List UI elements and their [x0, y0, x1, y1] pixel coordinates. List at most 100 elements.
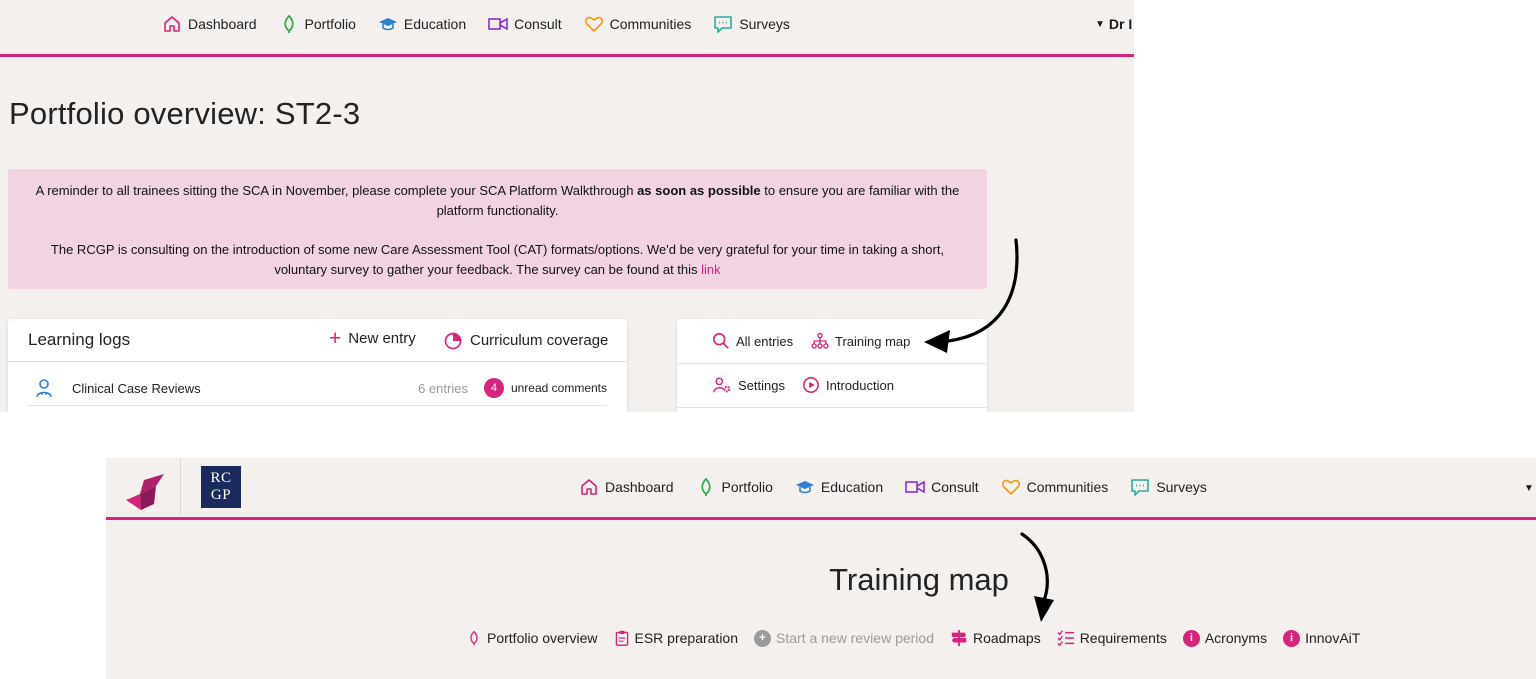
subnav-roadmaps[interactable]: Roadmaps [950, 629, 1041, 647]
home-icon [164, 16, 180, 32]
nav-surveys-label: Surveys [739, 16, 790, 32]
plus-circle-icon: + [754, 629, 772, 647]
info-circle-icon: i [1182, 629, 1200, 647]
subnav-acronyms[interactable]: i Acronyms [1182, 629, 1268, 647]
clipboard-icon [615, 630, 628, 646]
user-menu-caret-icon[interactable]: ▼ [1524, 483, 1534, 494]
subnav-requirements[interactable]: Requirements [1057, 629, 1167, 647]
video-consult-icon [488, 17, 508, 31]
table-row[interactable]: Clinical Case Reviews 6 entries 4 unread… [34, 371, 607, 405]
curriculum-coverage-button[interactable]: Curriculum coverage [443, 330, 608, 350]
subnav-esr-preparation[interactable]: ESR preparation [614, 629, 738, 647]
nav-education-label: Education [820, 479, 884, 495]
nav-surveys-label: Surveys [1156, 479, 1207, 495]
subnav-roadmaps-label: Roadmaps [972, 630, 1041, 646]
subnav-portfolio-overview-label: Portfolio overview [487, 630, 598, 646]
caret-down-icon: ▼ [1095, 18, 1105, 30]
new-entry-label: New entry [348, 330, 416, 347]
nav-surveys[interactable]: Surveys [713, 14, 790, 34]
user-menu[interactable]: ▼ Dr I [1095, 16, 1132, 32]
home-icon [581, 479, 597, 495]
nav-consult[interactable]: Consult [905, 477, 979, 497]
nav-divider [0, 54, 1134, 57]
subnav-start-review-period: + Start a new review period [754, 629, 934, 647]
leaf-icon [283, 14, 294, 33]
row-divider [28, 405, 607, 406]
nav-surveys[interactable]: Surveys [1130, 477, 1207, 497]
graduation-cap-icon [795, 481, 814, 494]
leaf-icon [700, 477, 711, 496]
nav-divider [106, 517, 1536, 520]
chat-bubble-icon [1131, 479, 1150, 496]
introduction-label: Introduction [826, 377, 894, 393]
nav-education[interactable]: Education [378, 14, 466, 34]
nav-education[interactable]: Education [795, 477, 883, 497]
notice-paragraph-2: The RCGP is consulting on the introducti… [24, 240, 971, 280]
sitemap-icon [811, 332, 829, 349]
search-icon [712, 332, 729, 349]
curriculum-coverage-label: Curriculum coverage [470, 331, 609, 349]
page-title: Portfolio overview: ST2-3 [9, 96, 361, 131]
nav-communities[interactable]: Communities [1001, 477, 1109, 497]
nav-communities-label: Communities [1026, 479, 1109, 495]
notice-bold: as soon as possible [637, 183, 761, 198]
learning-logs-title: Learning logs [28, 330, 131, 349]
nav-consult[interactable]: Consult [488, 14, 562, 34]
nav-dashboard[interactable]: Dashboard [579, 477, 674, 497]
chat-bubble-icon [714, 16, 733, 33]
survey-link[interactable]: link [701, 262, 721, 277]
play-circle-icon [803, 377, 819, 393]
notice-survey-text: The RCGP is consulting on the introducti… [50, 242, 945, 277]
clinician-icon [36, 379, 52, 398]
page-title: Training map [829, 562, 1009, 597]
nav-portfolio-label: Portfolio [304, 16, 356, 32]
entry-count: 6 entries [418, 380, 468, 396]
log-name: Clinical Case Reviews [72, 380, 201, 396]
signpost-icon [951, 629, 967, 647]
new-entry-button[interactable]: + New entry [329, 326, 416, 350]
settings-link[interactable]: Settings [712, 376, 785, 394]
training-map-subnav: Portfolio overview ESR preparation + Sta… [466, 629, 1360, 647]
training-map-screen: RC GP Dashboard Portfolio Education Consu… [106, 458, 1536, 679]
subnav-requirements-label: Requirements [1079, 630, 1167, 646]
app-logo-icon [126, 474, 164, 510]
nav-consult-label: Consult [931, 479, 979, 495]
introduction-link[interactable]: Introduction [802, 376, 894, 394]
leaf-outline-icon [470, 630, 478, 646]
portfolio-overview-screen: Dashboard Portfolio Education Consult Co… [0, 0, 1134, 412]
training-map-label: Training map [835, 333, 911, 349]
user-settings-icon [713, 377, 731, 393]
main-nav: Dashboard Portfolio Education Consult Co… [579, 477, 1207, 497]
all-entries-link[interactable]: All entries [712, 332, 793, 350]
nav-portfolio-label: Portfolio [721, 479, 773, 495]
subnav-acronyms-label: Acronyms [1204, 630, 1268, 646]
user-name: Dr I [1108, 16, 1133, 32]
subnav-innovait[interactable]: i InnovAiT [1283, 629, 1361, 647]
card-divider [677, 407, 987, 408]
nav-education-label: Education [403, 16, 467, 32]
unread-comments-label: unread comments [510, 381, 607, 395]
main-nav: Dashboard Portfolio Education Consult Co… [162, 14, 790, 34]
nav-portfolio[interactable]: Portfolio [279, 14, 356, 34]
subnav-portfolio-overview[interactable]: Portfolio overview [466, 629, 598, 647]
pie-chart-icon [444, 332, 462, 350]
notice-paragraph-1: A reminder to all trainees sitting the S… [24, 181, 971, 221]
settings-label: Settings [738, 377, 785, 393]
nav-communities[interactable]: Communities [584, 14, 691, 34]
card-divider [8, 361, 627, 362]
logo-divider [180, 458, 181, 516]
training-map-link[interactable]: Training map [811, 332, 910, 350]
subnav-innovait-label: InnovAiT [1305, 630, 1361, 646]
nav-consult-label: Consult [514, 16, 562, 32]
heart-icon [584, 16, 603, 32]
nav-dashboard[interactable]: Dashboard [162, 14, 257, 34]
entries-card: All entries Training map Settings Introd… [677, 319, 987, 412]
checklist-icon [1057, 630, 1074, 647]
video-consult-icon [905, 480, 925, 494]
unread-badge: 4 [483, 378, 504, 398]
plus-icon: + [329, 326, 342, 350]
nav-dashboard-label: Dashboard [188, 16, 257, 32]
graduation-cap-icon [378, 18, 397, 31]
card-divider [677, 363, 987, 364]
nav-portfolio[interactable]: Portfolio [696, 477, 773, 497]
